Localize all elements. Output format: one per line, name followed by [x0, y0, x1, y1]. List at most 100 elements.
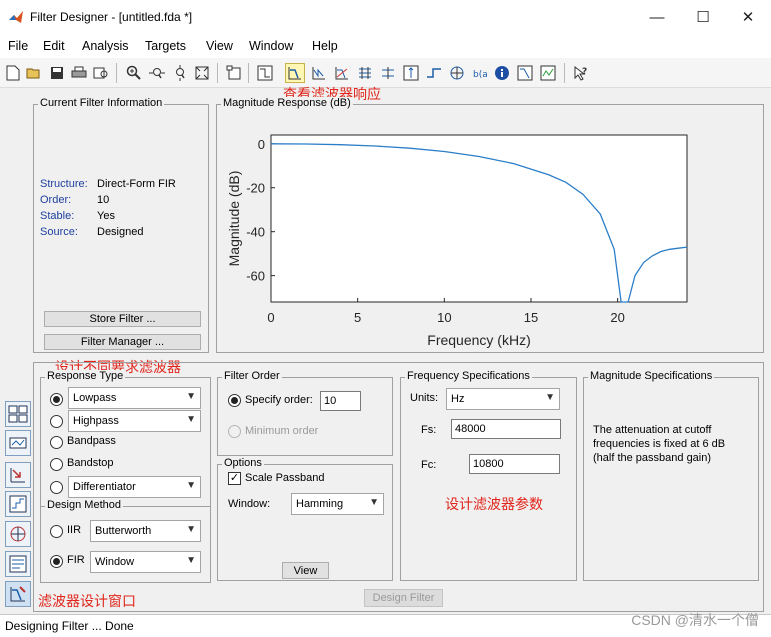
frequency-spec-title: Frequency Specifications — [405, 370, 532, 382]
impulse-response-icon[interactable] — [401, 63, 421, 83]
highpass-radio[interactable] — [50, 415, 63, 428]
y-axis-label: Magnitude (dB) — [226, 171, 242, 267]
minimize-button[interactable]: — — [634, 4, 680, 30]
menu-analysis[interactable]: Analysis — [82, 39, 129, 53]
save-icon[interactable] — [47, 63, 67, 83]
specify-order-radio[interactable] — [228, 394, 241, 407]
close-button[interactable]: ✕ — [725, 4, 771, 30]
status-text: Designing Filter ... Done — [5, 619, 134, 633]
window-label: Window: — [228, 498, 271, 510]
differentiator-select[interactable]: Differentiator ▼ — [68, 476, 201, 498]
menu-window[interactable]: Window — [249, 39, 293, 53]
pole-zero-icon[interactable] — [447, 63, 467, 83]
phase-response-icon[interactable] — [309, 63, 329, 83]
fs-input[interactable]: 48000 — [451, 419, 561, 439]
order-input[interactable]: 10 — [320, 391, 361, 411]
structure-value: Direct-Form FIR — [97, 178, 176, 190]
window-title: Filter Designer - [untitled.fda *] — [30, 10, 193, 24]
window-select[interactable]: Hamming ▼ — [291, 493, 384, 515]
menu-edit[interactable]: Edit — [43, 39, 65, 53]
bandpass-radio[interactable] — [50, 436, 63, 449]
group-delay-icon[interactable] — [355, 63, 375, 83]
magnitude-response-icon[interactable] — [285, 63, 305, 83]
differentiator-select-value: Differentiator — [73, 481, 136, 493]
menu-file[interactable]: File — [8, 39, 28, 53]
toolbar-separator — [217, 63, 218, 83]
zoom-in-icon[interactable] — [124, 63, 144, 83]
filter-spec-icon[interactable] — [255, 63, 275, 83]
order-label: Order: — [40, 194, 72, 206]
coefficients-icon[interactable]: b(a) — [470, 63, 490, 83]
design-filter-button[interactable]: Design Filter — [364, 589, 443, 607]
quantization-tool-icon[interactable] — [5, 491, 31, 517]
chevron-down-icon: ▼ — [186, 414, 196, 425]
zoom-x-icon[interactable] — [147, 63, 167, 83]
differentiator-radio[interactable] — [50, 481, 63, 494]
menu-bar: File Edit Analysis Targets View Window H… — [0, 34, 771, 58]
units-select[interactable]: Hz ▼ — [446, 388, 560, 410]
full-view-icon[interactable] — [192, 63, 212, 83]
open-folder-icon[interactable] — [24, 63, 44, 83]
transform-filter-tool-icon[interactable] — [5, 401, 31, 427]
lowpass-radio[interactable] — [50, 393, 63, 406]
lowpass-select[interactable]: Lowpass ▼ — [68, 387, 201, 409]
pole-zero-editor-tool-icon[interactable] — [5, 521, 31, 547]
current-filter-panel: Current Filter Information Structure: Di… — [33, 97, 209, 353]
bandstop-label: Bandstop — [67, 457, 114, 469]
y-tick-label: -20 — [246, 181, 265, 196]
fir-radio[interactable] — [50, 555, 63, 568]
highpass-select[interactable]: Highpass ▼ — [68, 410, 201, 432]
view-window-button[interactable]: View — [282, 562, 329, 579]
magnitude-spec-text-3: (half the passband gain) — [593, 452, 712, 464]
plot-area — [270, 134, 688, 303]
filter-manager-button[interactable]: Filter Manager ... — [44, 334, 201, 350]
window-select-value: Hamming — [296, 498, 344, 510]
phase-delay-icon[interactable] — [378, 63, 398, 83]
realize-model-tool-icon[interactable] — [5, 430, 31, 456]
menu-help[interactable]: Help — [312, 39, 338, 53]
bandstop-radio[interactable] — [50, 458, 63, 471]
design-method-title: Design Method — [45, 499, 123, 511]
info-icon[interactable] — [492, 63, 512, 83]
x-tick-label: 5 — [354, 310, 361, 325]
iir-radio[interactable] — [50, 525, 63, 538]
current-filter-title: Current Filter Information — [38, 97, 165, 109]
step-response-icon[interactable] — [424, 63, 444, 83]
magnitude-estimate-icon[interactable] — [515, 63, 535, 83]
x-tick-label: 20 — [610, 310, 624, 325]
x-tick-label: 15 — [524, 310, 538, 325]
print-preview-icon[interactable] — [91, 63, 111, 83]
fc-input[interactable]: 10800 — [469, 454, 560, 474]
fc-label: Fc: — [421, 459, 437, 471]
scale-passband-checkbox[interactable]: ✓ — [228, 472, 241, 485]
chevron-down-icon: ▼ — [186, 480, 196, 491]
round-off-noise-icon[interactable] — [538, 63, 558, 83]
menu-targets[interactable]: Targets — [145, 39, 186, 53]
minimum-order-radio[interactable] — [228, 425, 241, 438]
new-file-icon[interactable] — [3, 63, 23, 83]
x-axis-label: Frequency (kHz) — [427, 332, 530, 348]
chevron-down-icon: ▼ — [186, 391, 196, 402]
menu-view[interactable]: View — [206, 39, 233, 53]
iir-method-select[interactable]: Butterworth ▼ — [90, 520, 201, 542]
design-filter-tool-icon[interactable] — [5, 581, 31, 607]
print-icon[interactable] — [69, 63, 89, 83]
svg-text:b(a): b(a) — [473, 70, 488, 80]
multirate-tool-icon[interactable] — [5, 551, 31, 577]
magnitude-phase-icon[interactable] — [332, 63, 352, 83]
response-type-title: Response Type — [45, 370, 126, 382]
maximize-button[interactable]: ☐ — [680, 4, 726, 30]
new-figure-icon[interactable] — [224, 63, 244, 83]
structure-label: Structure: — [40, 178, 88, 190]
filter-order-panel: Filter Order Specify order: 10 Minimum o… — [217, 370, 393, 456]
chevron-down-icon: ▼ — [369, 497, 379, 508]
store-filter-button[interactable]: Store Filter ... — [44, 311, 201, 327]
title-bar: Filter Designer - [untitled.fda *] — ☐ ✕ — [0, 0, 771, 34]
zoom-y-icon[interactable] — [170, 63, 190, 83]
whats-this-help-icon[interactable]: ? — [571, 63, 591, 83]
import-filter-tool-icon[interactable] — [5, 462, 31, 488]
fir-method-select[interactable]: Window ▼ — [90, 551, 201, 573]
highpass-select-value: Highpass — [73, 415, 119, 427]
y-tick-label: -60 — [246, 269, 265, 284]
bandpass-label: Bandpass — [67, 435, 116, 447]
